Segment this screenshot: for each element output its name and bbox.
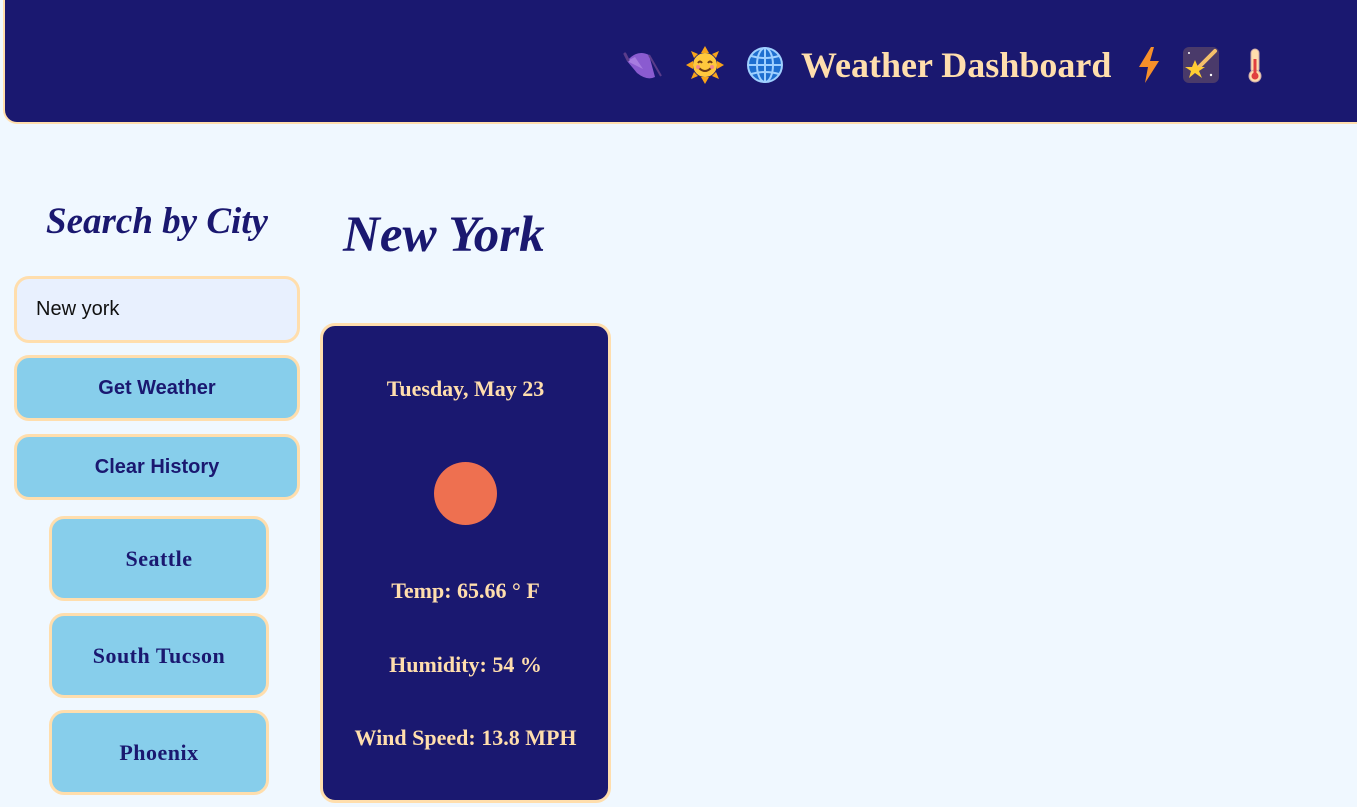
umbrella-icon xyxy=(623,45,663,85)
current-weather-card: Tuesday, May 23 Temp: 65.66 ° F Humidity… xyxy=(320,323,611,803)
card-temp: Temp: 65.66 ° F xyxy=(391,578,540,603)
sun-face-icon xyxy=(685,45,725,85)
city-title: New York xyxy=(343,207,545,263)
app-header: Weather Dashboard xyxy=(3,0,1357,124)
globe-icon xyxy=(745,45,785,85)
sun-icon xyxy=(434,462,497,525)
shooting-star-icon xyxy=(1181,45,1221,85)
get-weather-button[interactable]: Get Weather xyxy=(14,355,300,421)
city-search-input[interactable] xyxy=(14,276,300,343)
search-heading: Search by City xyxy=(46,201,268,242)
clear-history-button[interactable]: Clear History xyxy=(14,434,300,500)
header-title-row: Weather Dashboard xyxy=(623,44,1275,86)
card-humidity: Humidity: 54 % xyxy=(389,652,542,677)
card-date: Tuesday, May 23 xyxy=(386,376,545,401)
card-wind: Wind Speed: 13.8 MPH xyxy=(354,725,577,750)
thermometer-icon xyxy=(1235,45,1275,85)
history-item-south-tucson[interactable]: South Tucson xyxy=(49,613,269,698)
history-item-seattle[interactable]: Seattle xyxy=(49,516,269,601)
header-title: Weather Dashboard xyxy=(801,45,1112,85)
lightning-icon xyxy=(1129,45,1169,85)
history-item-phoenix[interactable]: Phoenix xyxy=(49,710,269,795)
